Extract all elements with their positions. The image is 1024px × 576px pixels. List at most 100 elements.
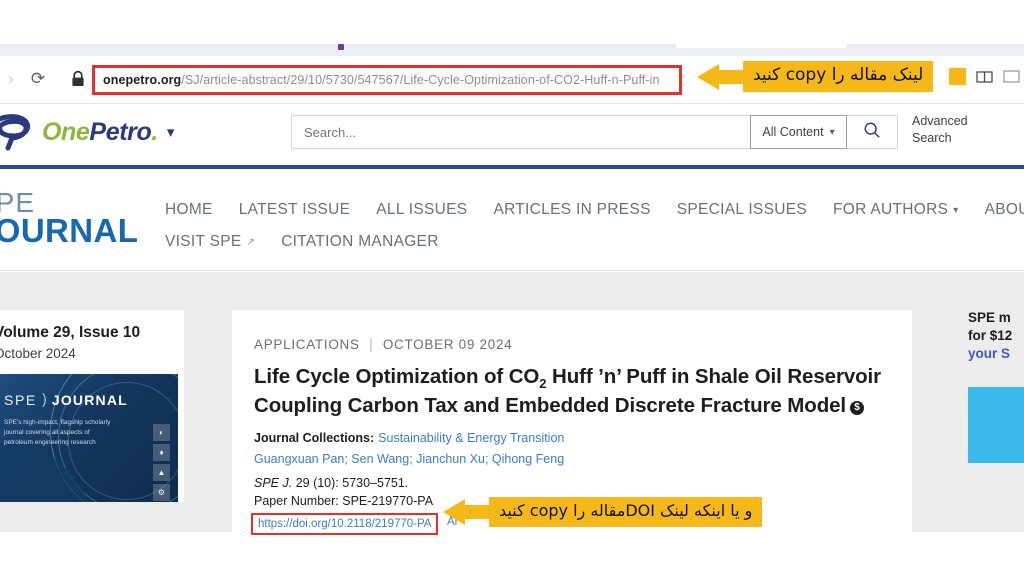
nav-label: FOR AUTHORS xyxy=(832,201,949,218)
cover-brand: SPE ) JOURNAL xyxy=(4,391,128,408)
external-link-icon: ↗ xyxy=(246,236,256,248)
promo-sidebar: SPE m for $12 your S xyxy=(968,310,1024,463)
chevron-down-icon[interactable]: ▾ xyxy=(167,123,175,141)
reload-icon[interactable]: ⟳ xyxy=(28,69,48,89)
chevron-down-icon: ▾ xyxy=(953,204,959,216)
article-doi-link[interactable]: https://doi.org/10.2118/219770-PA xyxy=(258,518,431,530)
search-input[interactable] xyxy=(291,115,750,149)
cover-brand-journal: JOURNAL xyxy=(51,391,128,408)
url-path: /SJ/article-abstract/29/10/5730/547567/L… xyxy=(181,73,660,87)
logo-one: One xyxy=(42,117,90,146)
article-doi-box: https://doi.org/10.2118/219770-PA xyxy=(251,513,439,535)
chevron-down-icon: ▾ xyxy=(829,126,835,138)
gear-icon: ⚙ xyxy=(153,484,170,501)
annotation-callout-url: لینک مقاله را copy کنید xyxy=(697,61,934,93)
journal-nav-row-1: HOME LATEST ISSUE ALL ISSUES ARTICLES IN… xyxy=(165,194,1024,226)
nav-label: ARTICLES IN PRESS xyxy=(493,201,651,218)
article-citation: SPE J. 29 (10): 5730–5751. xyxy=(254,476,408,490)
promo-line-3[interactable]: your S xyxy=(968,346,1024,361)
issue-cover-image[interactable]: SPE ) JOURNAL SPE's high-impact, flagshi… xyxy=(0,374,178,502)
nav-item-articles-in-press[interactable]: ARTICLES IN PRESS xyxy=(493,201,650,219)
panel-icon[interactable] xyxy=(1003,68,1020,85)
promo-line-1: SPE m xyxy=(968,310,1011,325)
nav-label: SPECIAL ISSUES xyxy=(676,201,807,218)
address-bar-text: onepetro.org/SJ/article-abstract/29/10/5… xyxy=(103,73,660,87)
search-icon xyxy=(863,121,881,144)
callout-url-text: لینک مقاله را copy کنید xyxy=(743,61,934,93)
article-section: APPLICATIONS xyxy=(254,337,360,352)
issue-volume-title: Volume 29, Issue 10 xyxy=(0,324,141,341)
nav-item-latest-issue[interactable]: LATEST ISSUE xyxy=(239,201,351,219)
nav-item-citation-manager[interactable]: CITATION MANAGER xyxy=(281,233,439,251)
nav-item-special-issues[interactable]: SPECIAL ISSUES xyxy=(677,201,807,219)
nav-label: VISIT SPE xyxy=(165,233,242,250)
search-scope-label: All Content xyxy=(762,125,824,139)
nav-item-about[interactable]: ABOUT▾ xyxy=(985,201,1024,219)
tabstrip-shade xyxy=(0,44,1024,56)
browser-tabstrip xyxy=(0,0,1024,56)
cover-side-icons: ◐ ♦ ▲ ⚙ xyxy=(153,424,170,501)
nav-item-all-issues[interactable]: ALL ISSUES xyxy=(376,201,467,219)
nav-label: HOME xyxy=(165,201,213,218)
browser-toolbar-icons xyxy=(949,68,1020,85)
browser-tab[interactable] xyxy=(676,32,846,48)
callout-arrow-left-icon xyxy=(443,499,465,525)
nav-label: ABOUT xyxy=(984,201,1024,218)
bell-icon: ▲ xyxy=(153,464,170,481)
eyebrow-separator: | xyxy=(369,337,374,352)
advanced-search-line2: Search xyxy=(912,130,952,145)
globe-icon: ◐ xyxy=(153,424,170,441)
nav-label: CITATION MANAGER xyxy=(281,233,439,250)
reading-list-icon[interactable] xyxy=(976,68,993,85)
cover-tagline: SPE's high-impact, flagship scholarly jo… xyxy=(4,419,111,447)
promo-image-block[interactable] xyxy=(968,387,1024,463)
issue-sidebar: Volume 29, Issue 10 October 2024 SPE ) J… xyxy=(0,310,184,502)
advanced-search-link[interactable]: Advanced Search xyxy=(912,113,968,147)
search-button[interactable] xyxy=(847,115,898,149)
cover-brand-paren-icon: ) xyxy=(41,391,47,408)
bookmark-highlight-icon[interactable] xyxy=(949,68,966,85)
url-domain: onepetro.org xyxy=(103,73,182,87)
issue-date: October 2024 xyxy=(0,346,76,361)
search-scope-select[interactable]: All Content ▾ xyxy=(750,115,847,149)
article-date: OCTOBER 09 2024 xyxy=(382,337,513,352)
article-collections: Journal Collections: Sustainability & Ene… xyxy=(254,431,564,445)
onepetro-logo[interactable]: OnePetro. ▾ xyxy=(0,112,174,152)
callout-arrow-left-icon xyxy=(697,63,719,90)
citation-journal: SPE J. xyxy=(254,476,293,490)
article-authors[interactable]: Guangxuan Pan; Sen Wang; Jianchun Xu; Qi… xyxy=(254,452,564,466)
spe-journal-logo-line2: JOURNAL xyxy=(0,211,139,249)
article-eyebrow: APPLICATIONS | OCTOBER 09 2024 xyxy=(254,337,512,352)
collections-link[interactable]: Sustainability & Energy Transition xyxy=(378,431,564,445)
article-title[interactable]: Life Cycle Optimization of CO2 Huff ’n’ … xyxy=(254,364,894,419)
annotation-callout-doi: و یا اینکه لینک DOIمقاله را copy کنید xyxy=(443,497,763,527)
article-paper-number: Paper Number: SPE-219770-PA xyxy=(254,494,434,508)
journal-nav-row-2: VISIT SPE ↗ CITATION MANAGER xyxy=(165,226,1024,258)
article-title-part1: Life Cycle Optimization of CO xyxy=(254,365,540,388)
promo-line-2: for $12 xyxy=(968,328,1013,343)
journal-nav-links: HOME LATEST ISSUE ALL ISSUES ARTICLES IN… xyxy=(165,194,1024,258)
droplet-icon: ♦ xyxy=(153,444,170,461)
nav-label: ALL ISSUES xyxy=(376,201,468,218)
collections-label: Journal Collections: xyxy=(254,431,375,445)
address-bar[interactable]: onepetro.org/SJ/article-abstract/29/10/5… xyxy=(92,65,682,95)
nav-item-visit-spe[interactable]: VISIT SPE ↗ xyxy=(165,233,255,251)
callout-arrow-stem xyxy=(719,69,743,84)
logo-dot: . xyxy=(151,117,158,146)
spe-journal-logo[interactable]: SPE JOURNAL xyxy=(0,189,139,249)
callout-doi-text: و یا اینکه لینک DOIمقاله را copy کنید xyxy=(489,497,763,527)
citation-rest: 29 (10): 5730–5751. xyxy=(292,476,409,490)
advanced-search-line1: Advanced xyxy=(912,114,968,128)
browser-window: › ⟳ onepetro.org/SJ/article-abstract/29/… xyxy=(0,0,1024,576)
lock-icon[interactable] xyxy=(70,70,86,88)
nav-item-home[interactable]: HOME xyxy=(165,201,213,219)
onepetro-mark-icon xyxy=(0,112,46,152)
onepetro-wordmark: OnePetro. xyxy=(42,118,158,147)
nav-label: LATEST ISSUE xyxy=(238,201,351,218)
logo-petro: Petro xyxy=(89,117,152,146)
forward-arrow-icon[interactable]: › xyxy=(2,70,20,88)
cover-brand-spe: SPE xyxy=(4,391,37,408)
callout-arrow-stem xyxy=(465,505,489,519)
paid-access-badge: $ xyxy=(850,400,865,415)
nav-item-for-authors[interactable]: FOR AUTHORS ▾ xyxy=(833,201,959,219)
